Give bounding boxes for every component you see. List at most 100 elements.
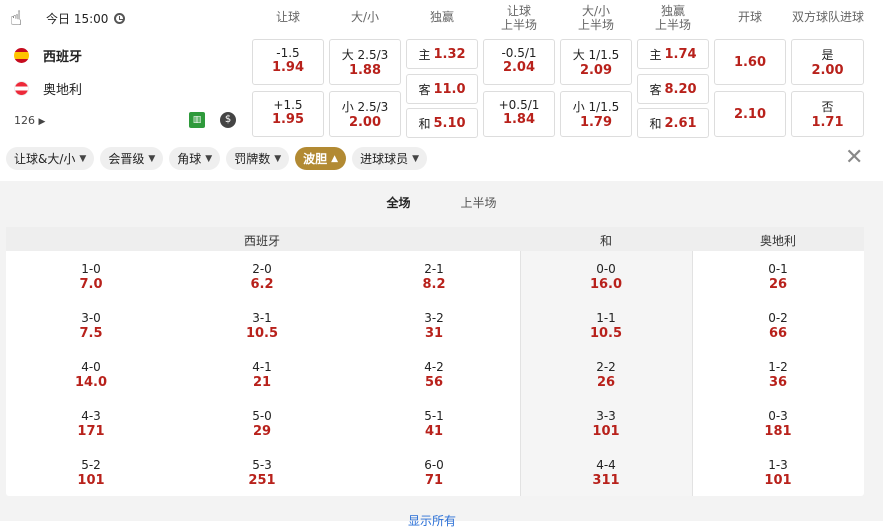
score-cell[interactable]: 1-2 36	[738, 359, 818, 391]
score-odds: 26	[768, 277, 788, 292]
score-odds: 56	[424, 375, 444, 390]
correct-score-card: 西班牙 和 奥地利 1-0 7.0 3-0 7.5 4-0 14.0 4-3 171 5-2 10…	[6, 227, 864, 496]
score-label: 0-2	[768, 311, 788, 325]
score-cell[interactable]: 3-3 101	[566, 408, 646, 440]
more-markets-link[interactable]: 126 ▶	[14, 114, 45, 127]
filter-corners[interactable]: 角球 ▼	[169, 147, 221, 170]
close-icon[interactable]: ✕	[845, 147, 863, 169]
score-label: 5-1	[424, 409, 444, 423]
score-cell[interactable]: 3-0 7.5	[51, 310, 131, 342]
odds-ml-1h-home[interactable]: 主 1.74	[637, 39, 709, 69]
filter-goalscorer[interactable]: 进球球员 ▼	[352, 147, 428, 170]
score-cell[interactable]: 5-3 251	[222, 457, 302, 489]
filter-qualify[interactable]: 会晋级 ▼	[100, 147, 164, 170]
filter-handicap-ou[interactable]: 让球&大/小 ▼	[6, 147, 95, 170]
stats-icon[interactable]: ▥	[189, 112, 205, 128]
score-cell[interactable]: 1-0 7.0	[51, 261, 131, 293]
score-label: 2-2	[596, 360, 616, 374]
score-cell[interactable]: 4-2 56	[394, 359, 474, 391]
col-handicap: 让球	[275, 10, 300, 24]
chevron-down-icon: ▼	[412, 153, 420, 164]
score-cell[interactable]: 4-1 21	[222, 359, 302, 391]
score-cell[interactable]: 2-1 8.2	[394, 261, 474, 293]
odds-over-1h[interactable]: 大 1/1.5 2.09	[560, 39, 632, 85]
score-cell[interactable]: 2-0 6.2	[222, 261, 302, 293]
score-label: 1-1	[596, 311, 616, 325]
score-cell[interactable]: 4-4 311	[566, 457, 646, 489]
score-cell[interactable]: 0-2 66	[738, 310, 818, 342]
odds-ml-1h-draw[interactable]: 和 2.61	[637, 108, 709, 138]
tab-full-time[interactable]: 全场	[386, 194, 410, 211]
score-label: 5-3	[252, 458, 272, 472]
col-ou-1h: 大/小 上半场	[577, 4, 614, 32]
score-cell[interactable]: 6-0 71	[394, 457, 474, 489]
odds-handicap-home[interactable]: -1.5 1.94	[252, 39, 324, 85]
score-label: 3-2	[424, 311, 444, 325]
score-label: 2-1	[424, 262, 444, 276]
chevron-up-icon: ▲	[331, 153, 339, 164]
period-tabs: 全场 上半场	[0, 194, 883, 211]
filter-cards[interactable]: 罚牌数 ▼	[226, 147, 290, 170]
odds-ml-draw[interactable]: 和 5.10	[406, 108, 478, 138]
tab-first-half[interactable]: 上半场	[439, 194, 497, 211]
match-header: ☝ 今日 15:00 西班牙 奥地利 126 ▶ ▥ $ 让球 大/小 独赢 让…	[0, 0, 883, 142]
score-cell[interactable]: 3-2 31	[394, 310, 474, 342]
score-label: 1-3	[768, 458, 788, 472]
score-label: 3-0	[81, 311, 101, 325]
chevron-down-icon: ▼	[274, 153, 282, 164]
header-away: 奥地利	[760, 234, 797, 248]
score-label: 5-0	[252, 409, 272, 423]
odds-under[interactable]: 小 2.5/3 2.00	[329, 91, 401, 137]
odds-over[interactable]: 大 2.5/3 1.88	[329, 39, 401, 85]
odds-btts-yes[interactable]: 是 2.00	[791, 39, 864, 85]
odds-ml-away[interactable]: 客 11.0	[406, 74, 478, 104]
score-label: 4-4	[596, 458, 616, 472]
odds-handicap-away[interactable]: +1.5 1.95	[252, 91, 324, 137]
odds-under-1h[interactable]: 小 1/1.5 1.79	[560, 91, 632, 137]
score-label: 3-3	[596, 409, 616, 423]
score-odds: 311	[592, 473, 620, 488]
odds-ml-home[interactable]: 主 1.32	[406, 39, 478, 69]
score-cell[interactable]: 1-1 10.5	[566, 310, 646, 342]
score-cell[interactable]: 0-1 26	[738, 261, 818, 293]
score-cell[interactable]: 0-3 181	[738, 408, 818, 440]
score-odds: 251	[248, 473, 276, 488]
score-odds: 7.0	[79, 277, 103, 292]
score-cell[interactable]: 5-2 101	[51, 457, 131, 489]
odds-first-kick-home[interactable]: 1.60	[714, 39, 786, 85]
odds-btts-no[interactable]: 否 1.71	[791, 91, 864, 137]
col-handicap-1h: 让球 上半场	[500, 4, 537, 32]
score-cell[interactable]: 3-1 10.5	[222, 310, 302, 342]
dollar-icon[interactable]: $	[220, 112, 236, 128]
away-team-name: 奥地利	[43, 83, 83, 98]
odds-handicap-1h-away[interactable]: +0.5/1 1.84	[483, 91, 555, 137]
home-team: 西班牙	[14, 46, 82, 65]
more-markets-count: 126	[14, 114, 35, 127]
odds-first-kick-away[interactable]: 2.10	[714, 91, 786, 137]
score-cell[interactable]: 4-0 14.0	[51, 359, 131, 391]
score-label: 3-1	[252, 311, 272, 325]
score-odds: 16.0	[589, 277, 623, 292]
spain-flag-icon	[14, 48, 29, 63]
match-time: 今日 15:00	[46, 10, 126, 27]
clock-icon	[114, 13, 126, 24]
filter-correct-score[interactable]: 波胆 ▲	[295, 147, 347, 170]
score-odds: 101	[77, 473, 105, 488]
score-cell[interactable]: 0-0 16.0	[566, 261, 646, 293]
odds-handicap-1h-home[interactable]: -0.5/1 2.04	[483, 39, 555, 85]
score-label: 6-0	[424, 458, 444, 472]
score-odds: 6.2	[250, 277, 274, 292]
score-odds: 36	[768, 375, 788, 390]
score-label: 0-3	[768, 409, 788, 423]
score-cell[interactable]: 5-1 41	[394, 408, 474, 440]
score-cell[interactable]: 1-3 101	[738, 457, 818, 489]
score-cell[interactable]: 2-2 26	[566, 359, 646, 391]
odds-ml-1h-away[interactable]: 客 8.20	[637, 74, 709, 104]
score-label: 1-0	[81, 262, 101, 276]
score-odds: 26	[596, 375, 616, 390]
score-odds: 66	[768, 326, 788, 341]
score-cell[interactable]: 5-0 29	[222, 408, 302, 440]
score-cell[interactable]: 4-3 171	[51, 408, 131, 440]
score-odds: 31	[424, 326, 444, 341]
score-odds: 181	[764, 424, 792, 439]
